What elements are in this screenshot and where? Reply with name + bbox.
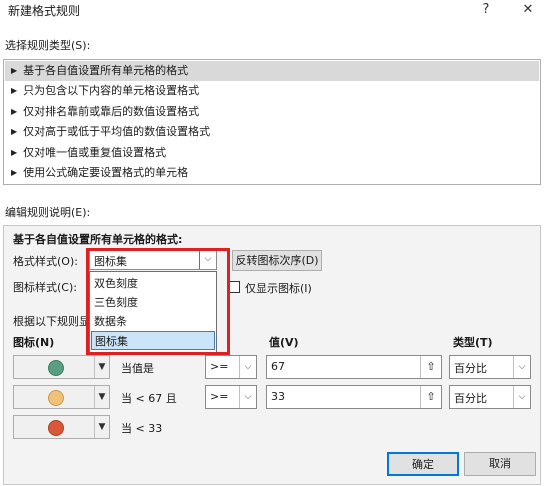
green-circle-icon [48,360,64,376]
type-column-header: 类型(T) [453,336,493,349]
operator-value: >= [210,390,229,403]
highlight-box [86,248,230,355]
rule-type-item[interactable]: ▶ 仅对排名靠前或靠后的数值设置格式 [5,102,539,122]
rule-type-item[interactable]: ▶ 只为包含以下内容的单元格设置格式 [5,81,539,101]
help-button[interactable]: ? [472,0,500,20]
chevron-down-icon: ⌵ [239,356,256,378]
edit-rule-label: 编辑规则说明(E): [5,206,91,219]
type-select[interactable]: 百分比 ⌵ [449,355,531,379]
triangle-right-icon: ▶ [11,148,18,157]
select-rule-type-label: 选择规则类型(S): [5,39,91,52]
triangle-right-icon: ▶ [11,107,18,116]
dialog-title: 新建格式规则 [8,4,81,18]
triangle-right-icon: ▶ [11,127,18,136]
rule-type-item[interactable]: ▶ 使用公式确定要设置格式的单元格 [5,163,539,183]
chevron-down-icon: ▼ [94,356,109,378]
icon-column-header: 图标(N) [13,336,55,349]
chevron-down-icon: ⌵ [513,386,530,408]
rules-label: 根据以下规则显 [13,315,90,328]
rule-type-item[interactable]: ▶ 仅对高于或低于平均值的数值设置格式 [5,122,539,142]
type-value: 百分比 [454,392,487,405]
rule-heading: 基于各自值设置所有单元格的格式: [13,233,183,246]
chevron-down-icon: ▼ [94,416,109,438]
condition-text: 当 < 33 [121,422,163,435]
close-button[interactable]: ✕ [514,0,542,20]
value-input[interactable]: 33 ⇧ [266,385,442,409]
value-text: 33 [271,390,285,403]
icon-picker[interactable]: ▼ [13,385,110,409]
operator-value: >= [210,360,229,373]
triangle-right-icon: ▶ [11,168,18,177]
operator-select[interactable]: >= ⌵ [205,385,257,409]
type-value: 百分比 [454,362,487,375]
value-text: 67 [271,360,285,373]
rule-type-item[interactable]: ▶ 基于各自值设置所有单元格的格式 [5,61,539,81]
operator-select[interactable]: >= ⌵ [205,355,257,379]
rule-type-list: ▶ 基于各自值设置所有单元格的格式 ▶ 只为包含以下内容的单元格设置格式 ▶ 仅对排名… [3,59,541,185]
cancel-button[interactable]: 取消 [464,452,536,476]
type-select[interactable]: 百分比 ⌵ [449,385,531,409]
chevron-down-icon: ▼ [94,386,109,408]
format-style-label: 格式样式(O): [13,255,78,268]
triangle-right-icon: ▶ [11,86,18,95]
value-input[interactable]: 67 ⇧ [266,355,442,379]
red-circle-icon [48,420,64,436]
icon-picker[interactable]: ▼ [13,415,110,439]
range-select-icon[interactable]: ⇧ [420,386,441,408]
condition-text: 当值是 [121,362,154,375]
show-icon-only-label: 仅显示图标(I) [245,282,312,295]
icon-style-label: 图标样式(C): [13,281,77,294]
yellow-circle-icon [48,390,64,406]
chevron-down-icon: ⌵ [513,356,530,378]
chevron-down-icon: ⌵ [239,386,256,408]
ok-button[interactable]: 确定 [387,452,459,476]
reverse-icon-order-button[interactable]: 反转图标次序(D) [232,250,322,271]
icon-picker[interactable]: ▼ [13,355,110,379]
value-column-header: 值(V) [269,336,299,349]
rule-type-item[interactable]: ▶ 仅对唯一值或重复值设置格式 [5,143,539,163]
range-select-icon[interactable]: ⇧ [420,356,441,378]
condition-text: 当 < 67 且 [121,392,177,405]
triangle-right-icon: ▶ [11,66,18,75]
